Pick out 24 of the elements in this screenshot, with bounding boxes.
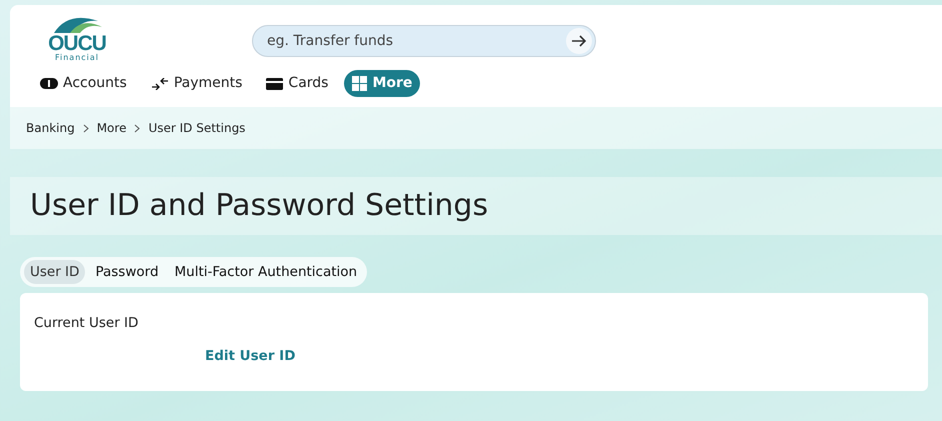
nav-tab[interactable]: Payments bbox=[142, 70, 250, 97]
edit-link[interactable]: Edit User ID bbox=[205, 346, 296, 366]
tab[interactable]: Multi-Factor Authentication bbox=[168, 260, 364, 284]
search-field[interactable]: eg. Transfer funds bbox=[252, 25, 596, 57]
arrow-icon bbox=[571, 34, 587, 48]
logo-swoosh-icon bbox=[52, 15, 102, 33]
breadcrumb-item[interactable]: More bbox=[96, 119, 126, 137]
logo-text: OUCU bbox=[48, 33, 106, 54]
chevron-icon bbox=[82, 124, 89, 132]
chevron-icon bbox=[134, 124, 140, 132]
nav-tab[interactable]: Cards bbox=[258, 70, 336, 97]
money-icon bbox=[40, 78, 58, 89]
nav-tab[interactable]: More bbox=[344, 70, 420, 97]
field-label: Current User ID bbox=[34, 314, 140, 334]
breadcrumb-item: User ID Settings bbox=[148, 120, 246, 137]
page-title: User ID and Password Settings bbox=[30, 188, 488, 224]
transfer-arrows-icon bbox=[150, 78, 169, 90]
tab[interactable]: User ID bbox=[24, 260, 86, 284]
grid-icon bbox=[352, 76, 368, 91]
breadcrumb-item[interactable]: Banking bbox=[26, 119, 75, 137]
tab[interactable]: Password bbox=[89, 260, 165, 284]
nav-tab[interactable]: Accounts bbox=[32, 70, 135, 97]
card-icon bbox=[266, 78, 284, 90]
logo-subtitle: Financial bbox=[54, 54, 100, 62]
